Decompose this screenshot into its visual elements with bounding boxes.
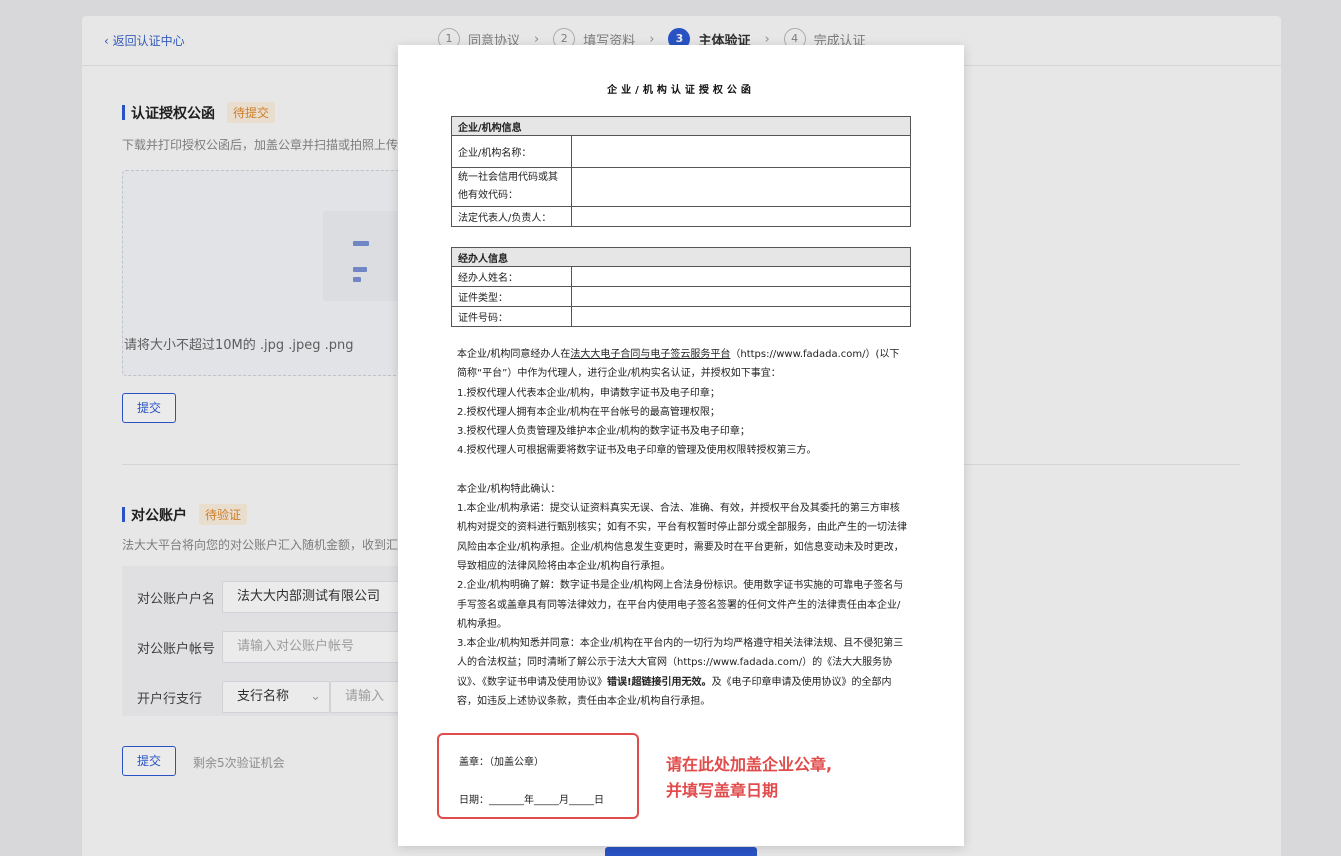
legal-rep-value xyxy=(571,206,911,227)
auth-item: 2.授权代理人拥有本企业/机构在平台帐号的最高管理权限； xyxy=(457,406,720,418)
org-name-value xyxy=(571,135,911,168)
agent-name-label: 经办人姓名： xyxy=(451,266,572,287)
legal-rep-label: 法定代表人/负责人： xyxy=(451,206,572,227)
org-name-label: 企业/机构名称： xyxy=(451,135,572,168)
auth-item: 4.授权代理人可根据需要将数字证书及电子印章的管理及使用权限转授权第三方。 xyxy=(457,445,817,457)
seal-highlight-box: 盖章：（加盖公章） 日期：_______年_____月_____日 xyxy=(437,733,639,819)
confirm-item: 3.本企业/机构知悉并同意：本企业/机构在平台内的一切行为均严格遵守相关法律法规… xyxy=(457,638,904,708)
org-table-header: 企业/机构信息 xyxy=(451,116,911,136)
confirm-title: 本企业/机构特此确认： xyxy=(457,483,561,495)
auth-item: 3.授权代理人负责管理及维护本企业/机构的数字证书及电子印章； xyxy=(457,426,750,438)
org-info-table: 企业/机构信息 企业/机构名称： 统一社会信用代码或其他有效代码： 法定代表人/… xyxy=(451,116,911,227)
confirm-item: 1.本企业/机构承诺：提交认证资料真实无误、合法、准确、有效，并授权平台及其委托… xyxy=(457,503,907,572)
confirm-item: 2.企业/机构明确了解：数字证书是企业/机构网上合法身份标识。使用数字证书实施的… xyxy=(457,580,904,630)
platform-link[interactable]: 法大大电子合同与电子签云服务平台 xyxy=(570,349,730,360)
note-line-1: 请在此处加盖企业公章, xyxy=(666,755,833,774)
id-number-value xyxy=(571,306,911,327)
seal-instruction-note: 请在此处加盖企业公章, 并填写盖章日期 xyxy=(666,752,832,804)
agent-name-value xyxy=(571,266,911,287)
note-line-2: 并填写盖章日期 xyxy=(666,781,779,800)
id-number-label: 证件号码： xyxy=(451,306,572,327)
id-type-label: 证件类型： xyxy=(451,286,572,307)
auth-item: 1.授权代理人代表本企业/机构，申请数字证书及电子印章； xyxy=(457,387,720,399)
authorization-paragraph: 本企业/机构同意经办人在法大大电子合同与电子签云服务平台（https://www… xyxy=(457,349,900,380)
letter-body: 本企业/机构同意经办人在法大大电子合同与电子签云服务平台（https://www… xyxy=(457,345,909,711)
credit-code-label: 统一社会信用代码或其他有效代码： xyxy=(451,167,572,207)
credit-code-value xyxy=(571,167,911,207)
seal-label: 盖章：（加盖公章） xyxy=(459,757,544,768)
authorization-letter-preview: 企业/机构认证授权公函 企业/机构信息 企业/机构名称： 统一社会信用代码或其他… xyxy=(398,45,964,846)
document-title: 企业/机构认证授权公函 xyxy=(607,85,755,96)
error-text: 错误!超链接引用无效。 xyxy=(607,676,712,688)
agent-info-table: 经办人信息 经办人姓名： 证件类型： 证件号码： xyxy=(451,247,911,327)
agent-table-header: 经办人信息 xyxy=(451,247,911,267)
date-label: 日期：_______年_____月_____日 xyxy=(459,795,604,806)
id-type-value xyxy=(571,286,911,307)
